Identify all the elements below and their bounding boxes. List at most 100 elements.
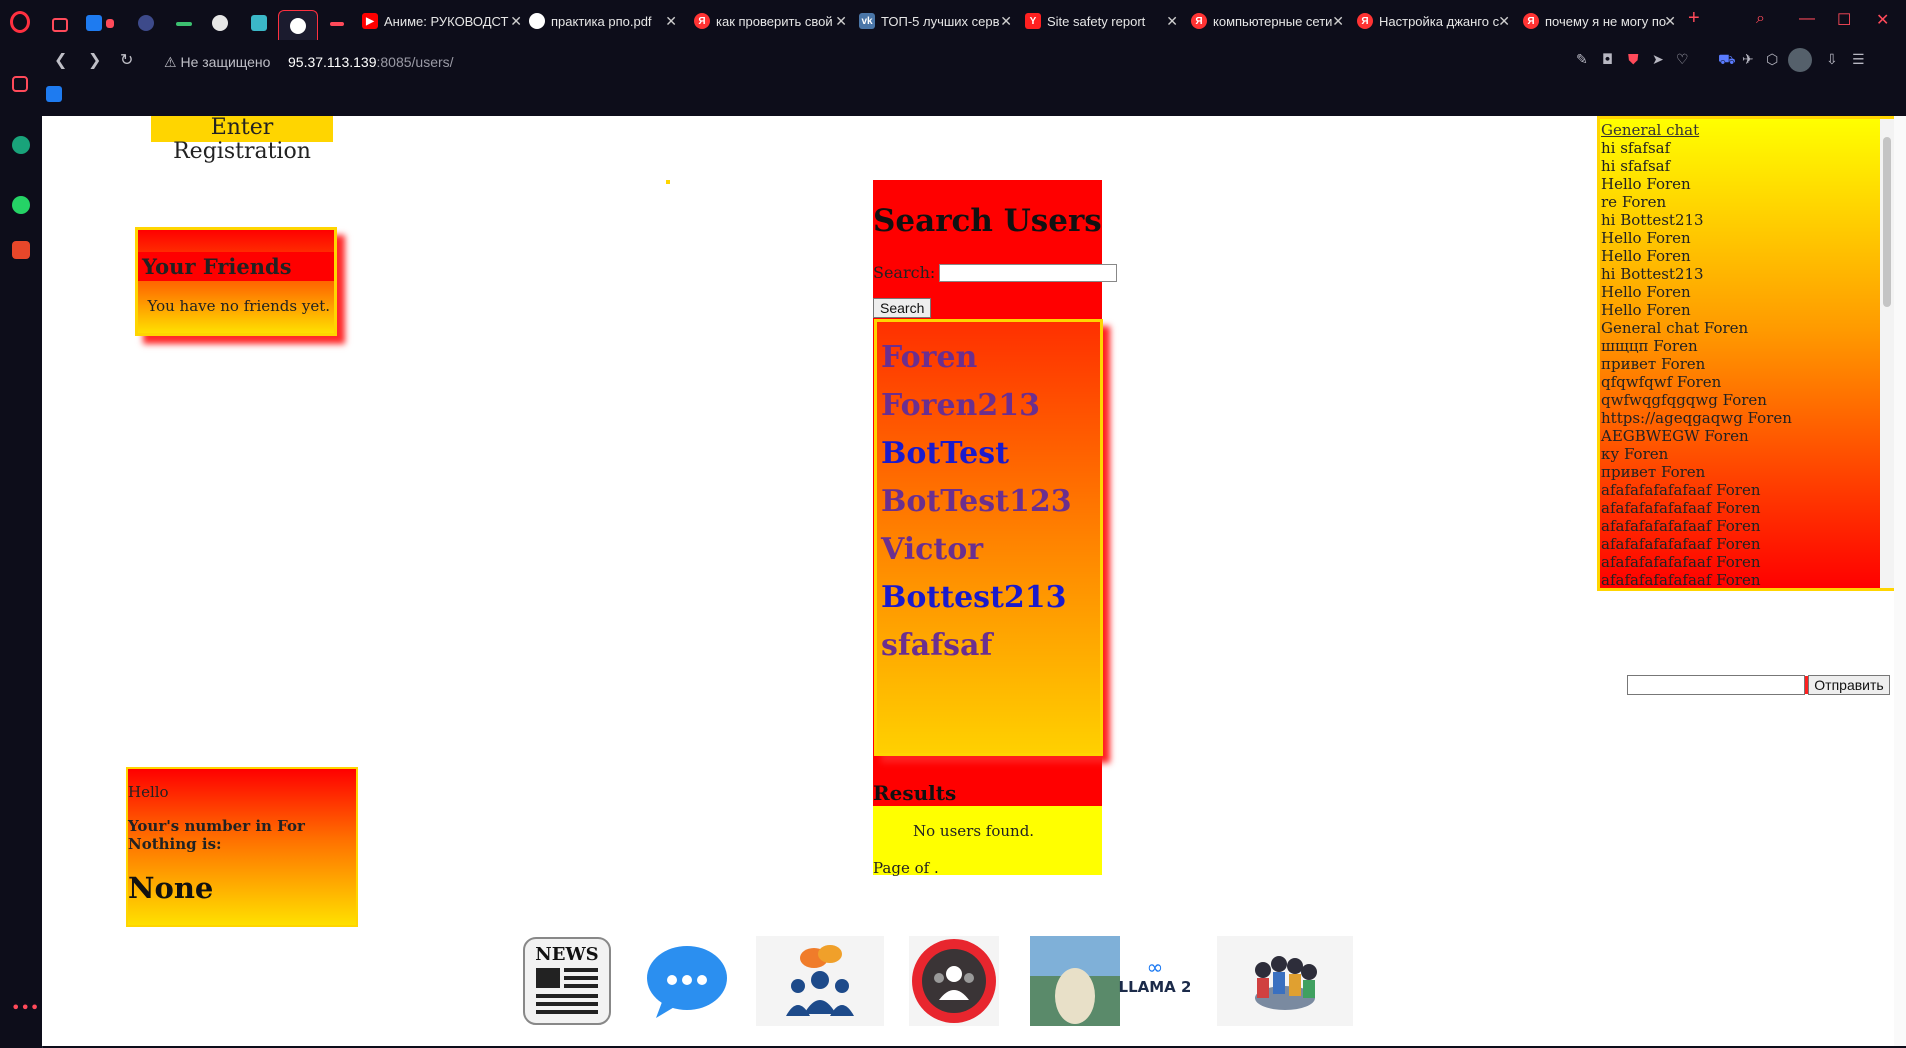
- opera-logo-icon[interactable]: [10, 11, 30, 33]
- community-app-icon[interactable]: [909, 936, 999, 1026]
- video-play-icon[interactable]: [86, 15, 102, 31]
- sidebar-more-icon[interactable]: •••: [11, 998, 39, 1017]
- back-icon[interactable]: ❮: [54, 50, 67, 69]
- chat-scrollbar[interactable]: [1880, 119, 1894, 588]
- group-chat-app-icon[interactable]: [756, 936, 884, 1026]
- yandex-icon: Я: [1523, 13, 1539, 29]
- user-link[interactable]: Bottest213: [881, 582, 1100, 614]
- close-tab-icon[interactable]: ✕: [1166, 13, 1178, 30]
- search-button[interactable]: Search: [873, 298, 932, 318]
- whatsapp-icon[interactable]: [12, 196, 30, 214]
- forward-icon[interactable]: ❯: [88, 50, 101, 69]
- search-title: Search Users: [873, 203, 1102, 239]
- minimize-icon[interactable]: —: [1799, 10, 1815, 28]
- chat-message: Hello Foren: [1601, 301, 1691, 319]
- send-message-button[interactable]: Отправить: [1808, 675, 1890, 695]
- globe-icon: [290, 18, 306, 34]
- bookmark-video-icon[interactable]: [46, 86, 62, 102]
- dots-tab-icon[interactable]: [176, 22, 192, 26]
- enter-registration-link[interactable]: Enter Registration: [151, 116, 333, 164]
- download-icon[interactable]: ⇩: [1826, 52, 1838, 68]
- youtube-icon: ▶: [362, 13, 378, 29]
- url-host: 95.37.113.139: [288, 54, 377, 70]
- address-bar-row: ❮ ❯ ↻ ⚠ Не защищено 95.37.113.139:8085/u…: [42, 40, 1906, 116]
- news-app-icon[interactable]: NEWS: [522, 936, 612, 1026]
- chat-message: afafafafafafaaf Foren: [1601, 535, 1761, 553]
- shield-icon[interactable]: ⛊: [1628, 52, 1639, 68]
- tab-practice-pdf[interactable]: практика pпо.pdf ✕: [529, 8, 679, 34]
- general-chat-link[interactable]: General chat: [1601, 121, 1894, 139]
- user-link[interactable]: Foren213: [881, 390, 1100, 422]
- decorative-dot: [666, 180, 670, 184]
- app-red-icon[interactable]: [12, 241, 30, 259]
- messages-app-icon[interactable]: [642, 936, 732, 1026]
- puzzle-tab-icon[interactable]: [251, 15, 267, 31]
- close-tab-icon[interactable]: ✕: [665, 13, 677, 30]
- user-link[interactable]: sfafsaf: [881, 630, 1100, 662]
- user-list: Foren Foren213 BotTest BotTest123 Victor Bott…: [874, 319, 1103, 756]
- speaker-icon[interactable]: [106, 19, 114, 28]
- chat-message: re Foren: [1601, 193, 1667, 211]
- warning-triangle-icon: ⚠: [164, 54, 177, 70]
- tab-anime[interactable]: ▶ Аниме: РУКОВОДСТ ✕: [362, 8, 524, 34]
- avatar[interactable]: [1788, 48, 1812, 72]
- camera-icon[interactable]: ◘: [1602, 52, 1613, 68]
- shopping-bag-icon[interactable]: [12, 76, 28, 92]
- tab-label: почему я не могу по: [1545, 13, 1667, 29]
- close-tab-icon[interactable]: ✕: [510, 13, 522, 30]
- chat-message: qwfwqgfqgqwg Foren: [1601, 391, 1767, 409]
- user-link[interactable]: BotTest: [881, 438, 1100, 470]
- tab-active-page[interactable]: [278, 10, 318, 41]
- chat-message: hi sfafsaf: [1601, 157, 1671, 175]
- heart-icon[interactable]: ♡: [1676, 52, 1689, 68]
- user-link[interactable]: Foren: [881, 342, 1100, 374]
- close-tab-icon[interactable]: ✕: [1498, 13, 1510, 30]
- tab-label: ТОП-5 лучших серв: [881, 13, 1000, 29]
- tab-why[interactable]: Я почему я не могу по ✕: [1523, 8, 1678, 34]
- close-tab-icon[interactable]: ✕: [835, 13, 847, 30]
- tab-django[interactable]: Я Настройка джанго с ✕: [1357, 8, 1512, 34]
- tab-networks[interactable]: Я компьютерные сети ✕: [1191, 8, 1346, 34]
- rocket-icon[interactable]: ✈: [1742, 52, 1754, 68]
- chatgpt-icon[interactable]: [12, 136, 30, 154]
- search-tabs-icon[interactable]: ⌕: [1756, 10, 1765, 28]
- llama-app-icon[interactable]: ∞ LLAMA 2: [1030, 936, 1191, 1026]
- close-tab-icon[interactable]: ✕: [1000, 13, 1012, 30]
- close-tab-icon[interactable]: ✕: [1664, 13, 1676, 30]
- chat-message: General chat Foren: [1601, 319, 1749, 337]
- user-link[interactable]: BotTest123: [881, 486, 1100, 518]
- tab-label: практика pпо.pdf: [551, 13, 652, 29]
- close-window-icon[interactable]: ✕: [1876, 10, 1889, 30]
- send-icon[interactable]: ➤: [1652, 52, 1664, 68]
- page-scrollbar[interactable]: [1894, 116, 1906, 1046]
- menu-icon[interactable]: ☰: [1852, 52, 1865, 68]
- yandex-y-icon: Y: [1025, 13, 1041, 29]
- edit-icon[interactable]: ✎: [1576, 52, 1588, 68]
- people-app-icon[interactable]: [1217, 936, 1353, 1026]
- vk-icon: vk: [859, 13, 875, 29]
- general-chat-box[interactable]: General chat hi sfafsaf hi sfafsaf Hello F…: [1597, 116, 1897, 591]
- app-tab-icon[interactable]: [138, 15, 154, 31]
- url-field[interactable]: 95.37.113.139:8085/users/: [288, 54, 454, 70]
- chat-scroll-thumb[interactable]: [1883, 137, 1891, 307]
- chat-message: привет Foren: [1601, 463, 1706, 481]
- tab-check[interactable]: Я как проверить свой ✕: [694, 8, 849, 34]
- cube-icon[interactable]: ⬡: [1766, 52, 1778, 68]
- friends-empty-text: You have no friends yet.: [147, 297, 330, 315]
- cart-icon[interactable]: ⛟: [1718, 52, 1736, 70]
- github-icon[interactable]: [212, 15, 228, 31]
- reload-icon[interactable]: ↻: [120, 50, 133, 69]
- chat-message-input[interactable]: [1627, 675, 1805, 695]
- gamepad-icon[interactable]: [52, 18, 68, 32]
- tab-muted-icon[interactable]: [330, 22, 344, 26]
- new-tab-icon[interactable]: +: [1688, 7, 1700, 30]
- close-tab-icon[interactable]: ✕: [1332, 13, 1344, 30]
- tab-top5[interactable]: vk ТОП-5 лучших серв ✕: [859, 8, 1014, 34]
- search-input[interactable]: [939, 263, 1118, 282]
- chat-message: https://ageqgaqwg Foren: [1601, 409, 1792, 427]
- tab-site-safety[interactable]: Y Site safety report ✕: [1025, 8, 1180, 34]
- tab-label: Аниме: РУКОВОДСТ: [384, 13, 509, 29]
- security-warning[interactable]: ⚠ Не защищено: [164, 54, 270, 71]
- maximize-icon[interactable]: ☐: [1837, 10, 1851, 30]
- user-link[interactable]: Victor: [881, 534, 1100, 566]
